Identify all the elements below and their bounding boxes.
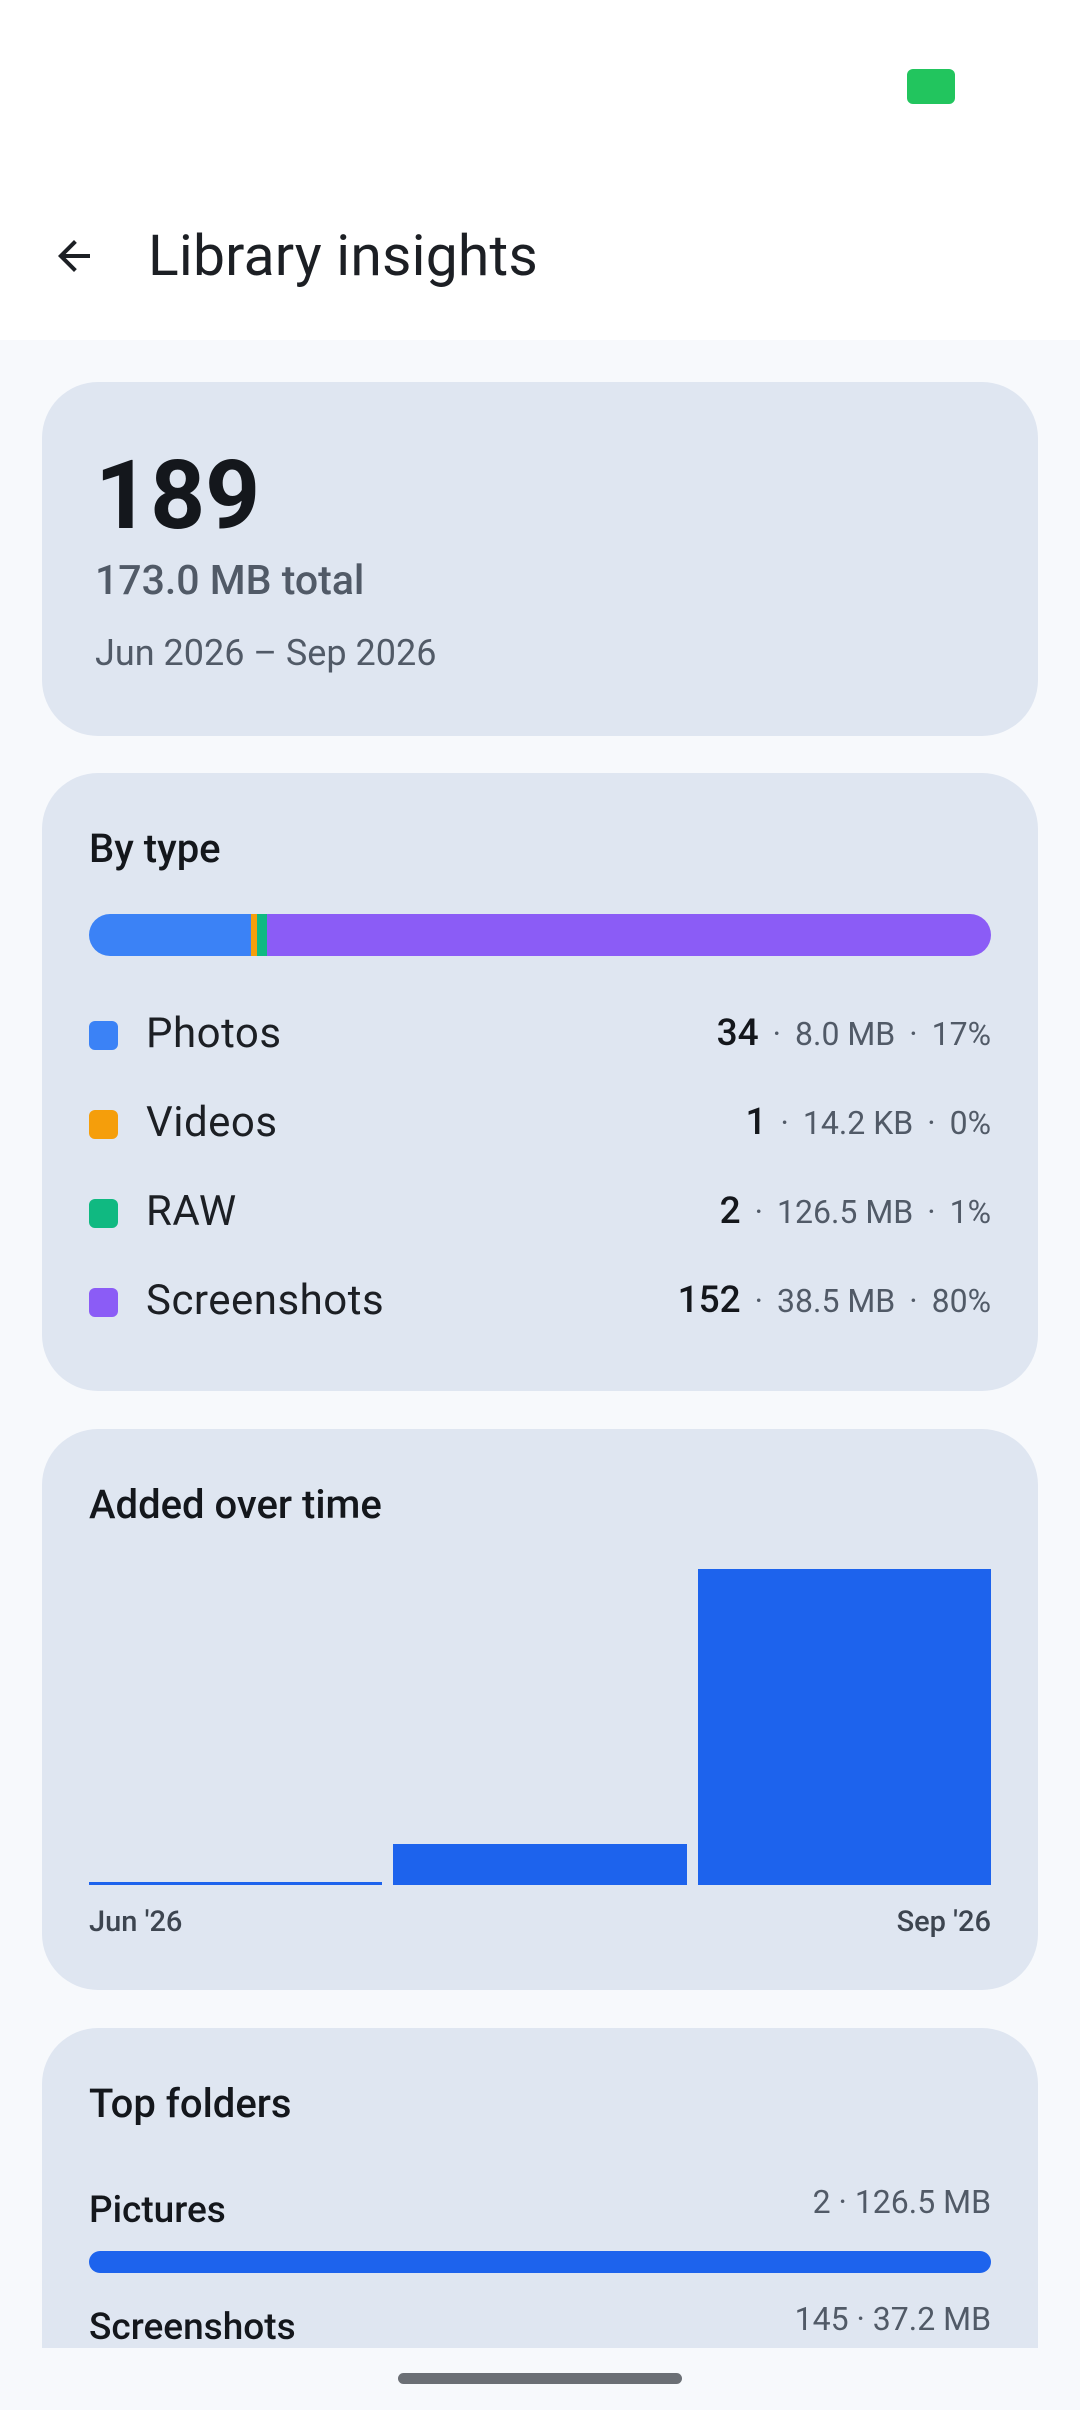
type-color-swatch xyxy=(89,1021,118,1050)
type-percent: 80% xyxy=(931,1282,991,1320)
type-size: 14.2 KB xyxy=(802,1104,914,1142)
type-row-photos: Photos 34 · 8.0 MB · 17% xyxy=(89,1004,991,1064)
total-item-count: 189 xyxy=(95,440,261,552)
type-bar-segment-screenshots xyxy=(266,914,991,956)
type-bar-segment-raw xyxy=(256,914,267,956)
x-axis-start-label: Jun '26 xyxy=(89,1905,183,1939)
type-stats: 34 · 8.0 MB · 17% xyxy=(716,1012,991,1055)
summary-card: 189 173.0 MB total Jun 2026 – Sep 2026 xyxy=(42,382,1038,736)
type-label: RAW xyxy=(146,1187,237,1236)
chart-bar xyxy=(89,1881,383,1885)
type-count: 152 xyxy=(677,1279,741,1322)
type-distribution-bar xyxy=(89,914,991,956)
type-count: 34 xyxy=(716,1012,759,1055)
app-bar: Library insights xyxy=(0,170,1080,340)
type-percent: 17% xyxy=(931,1015,991,1053)
date-range: Jun 2026 – Sep 2026 xyxy=(95,632,437,674)
chart-bar xyxy=(697,1569,991,1885)
type-row-screenshots: Screenshots 152 · 38.5 MB · 80% xyxy=(89,1271,991,1331)
type-label: Videos xyxy=(146,1098,278,1147)
added-over-time-chart xyxy=(89,1569,991,1885)
status-bar xyxy=(0,0,1080,170)
type-stats: 152 · 38.5 MB · 80% xyxy=(677,1279,991,1322)
top-folders-title: Top folders xyxy=(89,2080,292,2127)
chart-bar xyxy=(393,1843,687,1885)
type-count: 1 xyxy=(745,1101,767,1144)
page-title: Library insights xyxy=(148,222,538,289)
folder-stats: 145 · 37.2 MB xyxy=(794,2300,991,2338)
by-type-card: By type Photos 34 · 8.0 MB · 17% Videos 1 · 14.2 … xyxy=(42,773,1038,1391)
type-percent: 1% xyxy=(949,1193,991,1231)
total-size: 173.0 MB total xyxy=(95,557,365,605)
x-axis-end-label: Sep '26 xyxy=(896,1905,991,1939)
folder-size-bar xyxy=(89,2251,991,2273)
type-count: 2 xyxy=(719,1190,741,1233)
home-indicator[interactable] xyxy=(398,2373,682,2384)
type-stats: 1 · 14.2 KB · 0% xyxy=(745,1101,991,1144)
type-bar-segment-photos xyxy=(89,914,252,956)
added-over-time-title: Added over time xyxy=(89,1481,382,1528)
by-type-title: By type xyxy=(89,825,221,872)
type-color-swatch xyxy=(89,1288,118,1317)
type-label: Screenshots xyxy=(146,1276,385,1325)
added-over-time-card: Added over time Jun '26 Sep '26 xyxy=(42,1429,1038,1990)
top-folders-card: Top folders Pictures 2 · 126.5 MB Screensh… xyxy=(42,2028,1038,2348)
battery-icon xyxy=(907,69,955,104)
type-size: 126.5 MB xyxy=(777,1193,914,1231)
arrow-back-icon xyxy=(58,240,90,272)
type-color-swatch xyxy=(89,1110,118,1139)
type-size: 38.5 MB xyxy=(777,1282,896,1320)
type-size: 8.0 MB xyxy=(795,1015,896,1053)
folder-stats: 2 · 126.5 MB xyxy=(812,2183,991,2221)
type-color-swatch xyxy=(89,1199,118,1228)
type-row-videos: Videos 1 · 14.2 KB · 0% xyxy=(89,1093,991,1153)
folder-name: Pictures xyxy=(89,2189,226,2232)
folder-name: Screenshots xyxy=(89,2306,296,2348)
type-label: Photos xyxy=(146,1009,282,1058)
type-percent: 0% xyxy=(949,1104,991,1142)
type-row-raw: RAW 2 · 126.5 MB · 1% xyxy=(89,1182,991,1242)
back-button[interactable] xyxy=(34,216,114,296)
type-stats: 2 · 126.5 MB · 1% xyxy=(719,1190,991,1233)
folder-size-fill xyxy=(89,2251,991,2273)
